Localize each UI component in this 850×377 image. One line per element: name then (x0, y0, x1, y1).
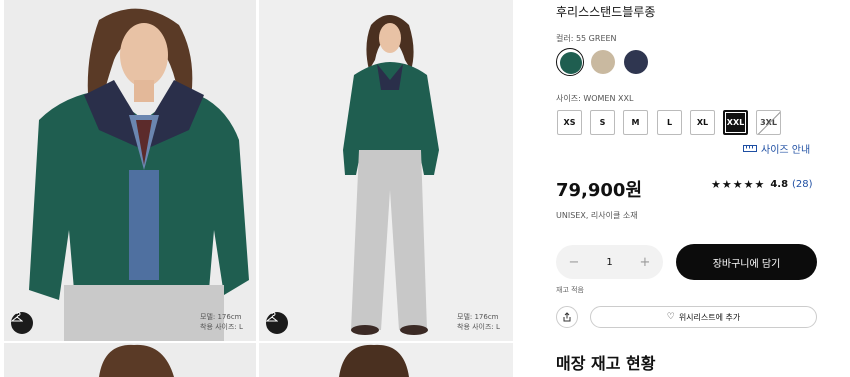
product-photo-4[interactable] (259, 343, 513, 377)
heart-icon: ♡ (666, 312, 675, 322)
color-label: 컬러: 55 GREEN (556, 34, 617, 43)
hanger-icon (266, 312, 278, 322)
share-button[interactable] (556, 306, 578, 328)
hanger-icon-button[interactable] (266, 312, 288, 334)
size-option-s[interactable]: S (590, 110, 615, 135)
model-illustration (259, 0, 513, 341)
hanger-icon-button[interactable] (11, 312, 33, 334)
model-illustration (4, 343, 256, 377)
model-info: 모델: 176cm 착용 사이즈: L (200, 312, 243, 332)
quantity-stepper: − 1 + (556, 245, 663, 279)
size-option-m[interactable]: M (623, 110, 648, 135)
size-option-l[interactable]: L (657, 110, 682, 135)
size-option-xs[interactable]: XS (557, 110, 582, 135)
quantity-decrease-button[interactable]: − (567, 255, 581, 270)
size-label: 사이즈: WOMEN XXL (556, 94, 634, 103)
size-option-xxl[interactable]: XXL (723, 110, 748, 135)
share-icon (563, 312, 571, 322)
size-guide-link[interactable]: 사이즈 안내 (743, 141, 810, 156)
product-info-panel: 후리스스탠드블루종 컬러: 55 GREEN 사이즈: WOMEN XXL XS… (540, 0, 840, 377)
stock-status: 재고 적음 (556, 286, 584, 294)
product-title: 후리스스탠드블루종 (556, 5, 656, 19)
model-info: 모델: 176cm 착용 사이즈: L (457, 312, 500, 332)
review-count-link[interactable]: (28) (792, 179, 813, 190)
swatch-fill (560, 52, 582, 74)
swatch-fill (591, 50, 615, 74)
model-size: 착용 사이즈: L (200, 323, 243, 331)
swatch-fill (624, 50, 648, 74)
add-to-cart-button[interactable]: 장바구니에 담기 (676, 244, 817, 280)
quantity-increase-button[interactable]: + (638, 255, 652, 270)
model-height: 모델: 176cm (457, 313, 499, 321)
hanger-icon (11, 312, 23, 322)
material-info: UNISEX, 리사이클 소재 (556, 211, 638, 220)
color-swatch-green[interactable] (556, 48, 584, 76)
size-option-3xl[interactable]: 3XL (756, 110, 781, 135)
rating-score: 4.8 (770, 179, 789, 190)
product-photo-full-body[interactable]: 모델: 176cm 착용 사이즈: L (259, 0, 513, 341)
product-photo-front-closeup[interactable]: 모델: 176cm 착용 사이즈: L (4, 0, 256, 341)
star-rating-icon: ★★★★★ (711, 178, 766, 191)
store-stock-heading: 매장 재고 현황 (556, 354, 656, 373)
size-option-xl[interactable]: XL (690, 110, 715, 135)
quantity-value[interactable]: 1 (606, 257, 612, 268)
model-illustration (259, 343, 513, 377)
color-swatch-beige[interactable] (589, 48, 617, 76)
model-size: 착용 사이즈: L (457, 323, 500, 331)
rating-summary[interactable]: ★★★★★ 4.8 (28) (711, 178, 813, 191)
color-swatch-navy[interactable] (622, 48, 650, 76)
wishlist-button[interactable]: ♡ 위시리스트에 추가 (590, 306, 817, 328)
size-guide-label: 사이즈 안내 (761, 145, 811, 156)
model-height: 모델: 176cm (200, 313, 242, 321)
ruler-icon (743, 145, 757, 152)
wishlist-label: 위시리스트에 추가 (678, 312, 741, 322)
product-price: 79,900원 (556, 180, 643, 201)
model-illustration (4, 0, 256, 341)
product-photo-3[interactable] (4, 343, 256, 377)
